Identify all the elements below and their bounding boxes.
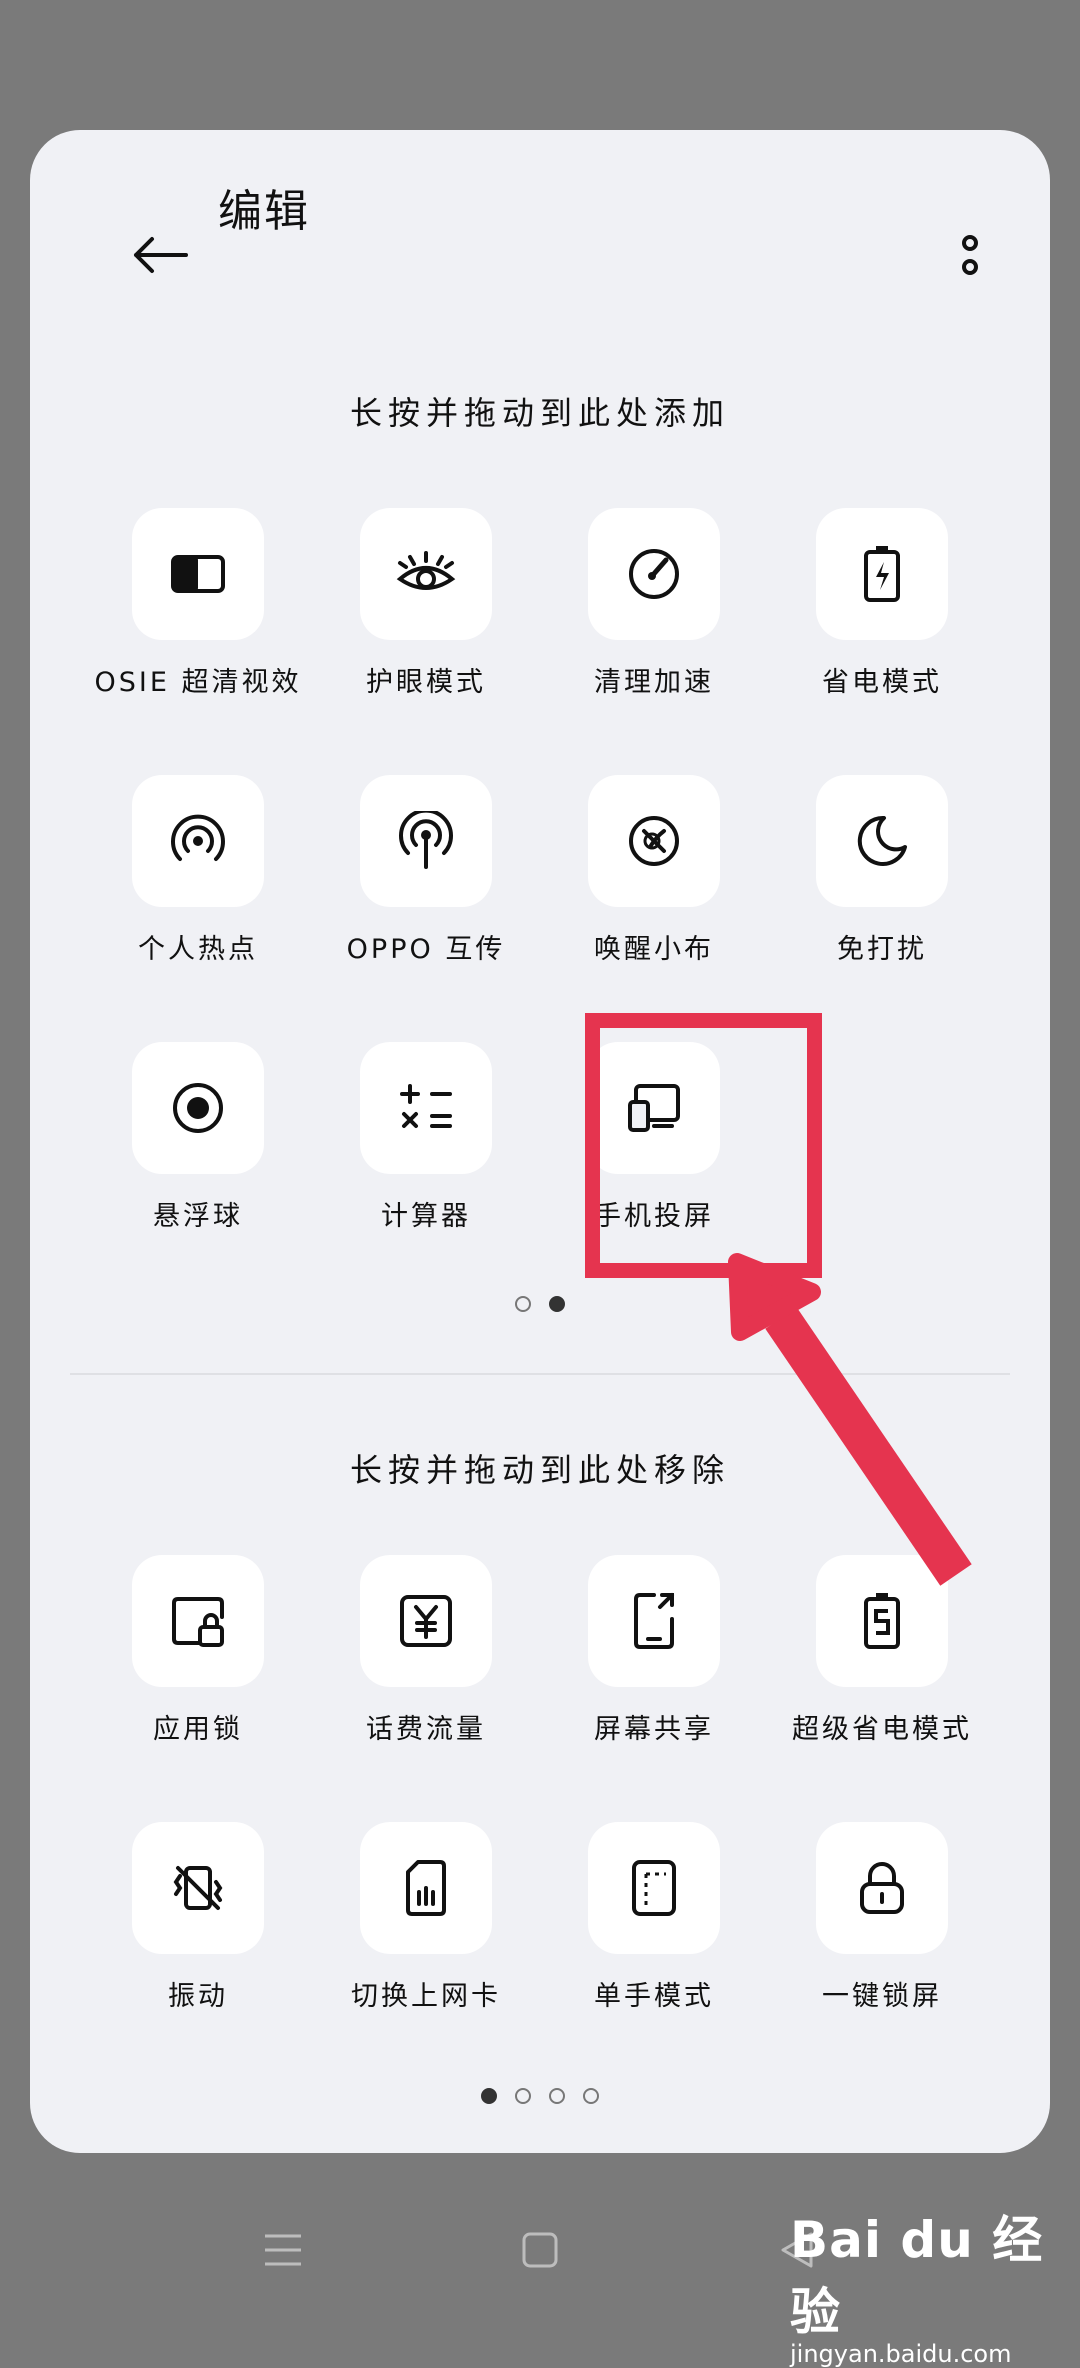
tile-one-key-lock[interactable]: 一键锁屏: [768, 1822, 996, 2013]
section-divider: [70, 1373, 1010, 1375]
tile-label: 单手模式: [594, 1981, 714, 2012]
vibrate-icon: [173, 1866, 223, 1910]
tile-box: [132, 1555, 264, 1687]
tile-floating-ball[interactable]: 悬浮球: [84, 1042, 312, 1233]
edit-panel: 编辑 长按并拖动到此处添加 OSIE 超清视效 护眼模式 清理加速 省电模式 个…: [30, 130, 1050, 2153]
tile-label: 唤醒小布: [594, 934, 714, 965]
tile-do-not-disturb[interactable]: 免打扰: [768, 775, 996, 966]
tile-label: 应用锁: [153, 1714, 243, 1745]
tile-label: OSIE 超清视效: [94, 667, 302, 698]
tile-box: [132, 1822, 264, 1954]
moon-icon: [857, 815, 907, 866]
page-dot-active[interactable]: [549, 1296, 565, 1312]
tile-box: [360, 1042, 492, 1174]
tile-box: [360, 508, 492, 640]
tile-box: [816, 508, 948, 640]
lock-icon: [860, 1862, 904, 1914]
tile-box: [588, 1555, 720, 1687]
tile-label: 计算器: [381, 1201, 471, 1232]
tile-screen-share[interactable]: 屏幕共享: [540, 1555, 768, 1746]
tile-label: 超级省电模式: [792, 1714, 972, 1745]
watermark-brand: Bai du 经验: [790, 2211, 1044, 2341]
speedometer-icon: [629, 549, 679, 599]
share-antenna-icon: [399, 811, 453, 869]
watermark-url: jingyan.baidu.com: [790, 2340, 1012, 2368]
display-enhance-icon: [171, 555, 225, 593]
page-dot[interactable]: [583, 2088, 599, 2104]
tile-label: 免打扰: [837, 934, 927, 965]
eye-icon: [396, 551, 456, 590]
tile-label: 清理加速: [594, 667, 714, 698]
add-section-title: 长按并拖动到此处添加: [349, 394, 730, 432]
sim-card-icon: [406, 1860, 446, 1916]
page-dot[interactable]: [515, 2088, 531, 2104]
add-page-indicator[interactable]: [30, 1296, 1050, 1312]
tile-label: 屏幕共享: [594, 1714, 714, 1745]
remove-page-indicator[interactable]: [30, 2088, 1050, 2104]
tile-label: 悬浮球: [153, 1201, 243, 1232]
more-vertical-icon: [962, 235, 978, 275]
page-dot-active[interactable]: [481, 2088, 497, 2104]
menu-nav-button[interactable]: [243, 2210, 323, 2290]
back-arrow-icon: [134, 237, 188, 273]
tile-eye-care[interactable]: 护眼模式: [312, 508, 540, 699]
tile-hotspot[interactable]: 个人热点: [84, 775, 312, 966]
tile-clean-speed[interactable]: 清理加速: [540, 508, 768, 699]
tile-box: [588, 1822, 720, 1954]
tile-vibrate[interactable]: 振动: [84, 1822, 312, 2013]
home-nav-button[interactable]: [500, 2210, 580, 2290]
tile-label: 切换上网卡: [351, 1981, 501, 2012]
battery-icon: [864, 546, 900, 602]
tile-one-hand[interactable]: 单手模式: [540, 1822, 768, 2013]
highlight-box: [585, 1013, 822, 1278]
tile-box: [360, 1555, 492, 1687]
tile-box: [588, 775, 720, 907]
tile-box: [816, 1555, 948, 1687]
tile-app-lock[interactable]: 应用锁: [84, 1555, 312, 1746]
tile-phone-bill[interactable]: 话费流量: [312, 1555, 540, 1746]
tile-switch-sim[interactable]: 切换上网卡: [312, 1822, 540, 2013]
calculator-icon: [400, 1084, 452, 1128]
tile-label: 护眼模式: [366, 667, 486, 698]
tile-label: OPPO 互传: [346, 934, 506, 965]
tile-box: [132, 508, 264, 640]
tile-label: 话费流量: [366, 1714, 486, 1745]
tile-super-power-save[interactable]: 超级省电模式: [768, 1555, 996, 1746]
tile-box: [816, 1822, 948, 1954]
tile-breeno[interactable]: 唤醒小布: [540, 775, 768, 966]
home-square-icon: [522, 2232, 558, 2268]
tile-label: 一键锁屏: [822, 1981, 942, 2012]
remove-section-title: 长按并拖动到此处移除: [349, 1451, 730, 1489]
hotspot-icon: [171, 814, 225, 861]
tile-box: [360, 775, 492, 907]
tile-box: [132, 1042, 264, 1174]
hamburger-icon: [265, 2234, 301, 2266]
yuan-icon: [400, 1595, 452, 1647]
page-dot[interactable]: [549, 2088, 565, 2104]
tile-box: [816, 775, 948, 907]
super-battery-icon: [864, 1593, 900, 1649]
floating-ball-icon: [173, 1083, 223, 1133]
page-title: 编辑: [218, 186, 310, 237]
screen-share-icon: [634, 1593, 674, 1649]
back-button[interactable]: [100, 195, 220, 315]
one-hand-icon: [632, 1860, 676, 1916]
tile-osie[interactable]: OSIE 超清视效: [84, 508, 312, 699]
tile-label: 个人热点: [138, 934, 258, 965]
assistant-icon: [629, 816, 679, 866]
tile-label: 省电模式: [822, 667, 942, 698]
page-dot[interactable]: [515, 1296, 531, 1312]
tile-oppo-share[interactable]: OPPO 互传: [312, 775, 540, 966]
tile-box: [588, 508, 720, 640]
tile-box: [360, 1822, 492, 1954]
app-lock-icon: [172, 1597, 224, 1647]
more-options-button[interactable]: [910, 195, 1030, 315]
tile-box: [132, 775, 264, 907]
tile-label: 振动: [168, 1981, 228, 2012]
tile-power-save[interactable]: 省电模式: [768, 508, 996, 699]
tile-calculator[interactable]: 计算器: [312, 1042, 540, 1233]
baidu-watermark: Bai du 经验 jingyan.baidu.com: [790, 2200, 1080, 2368]
